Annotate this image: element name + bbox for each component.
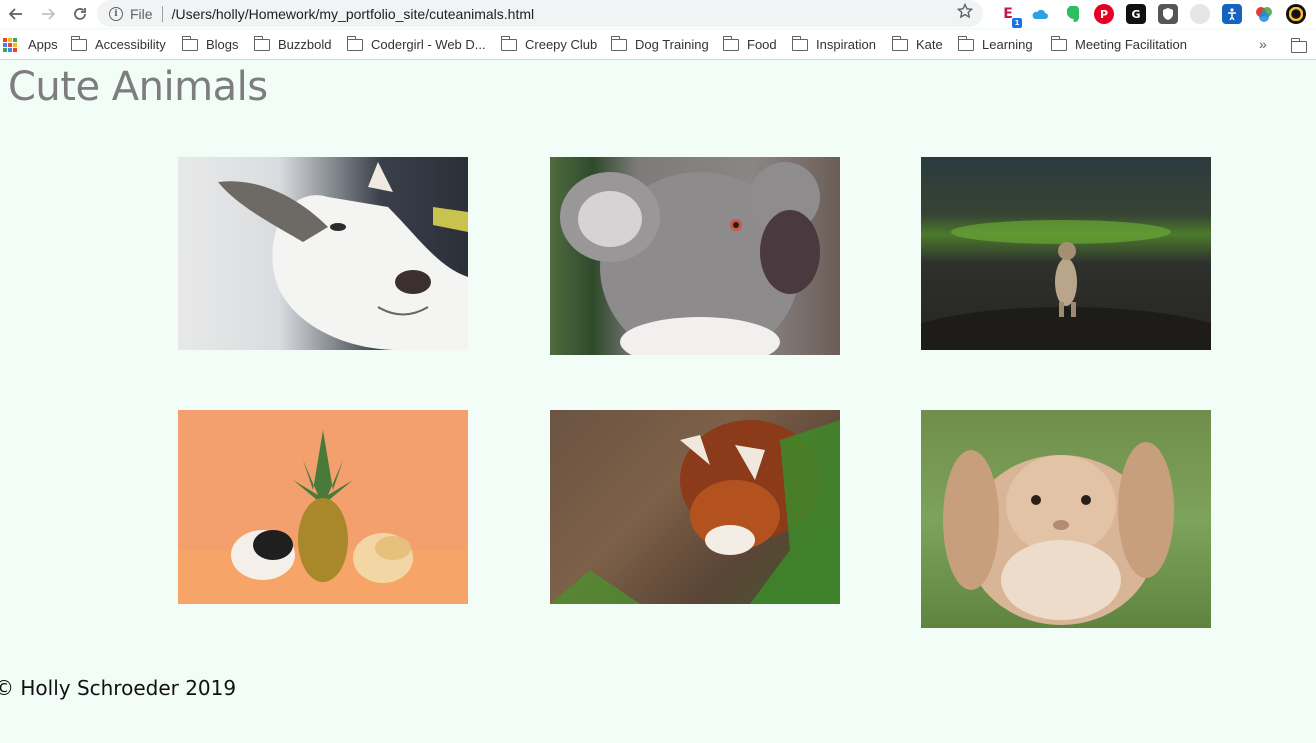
extension-badge-icon[interactable]: E 1	[998, 4, 1022, 28]
forward-button[interactable]	[32, 0, 64, 28]
bookmark-folder-dog-training[interactable]: Dog Training	[610, 30, 709, 60]
folder-icon	[957, 35, 974, 51]
browser-toolbar: i File /Users/holly/Homework/my_portfoli…	[0, 0, 1316, 28]
footer-copyright: © Holly Schroeder 2019	[0, 676, 237, 700]
reload-button[interactable]	[64, 0, 96, 28]
omnibox-divider	[161, 5, 163, 22]
arrow-right-icon	[42, 8, 56, 20]
bookmark-label: Dog Training	[635, 37, 709, 52]
folder-icon	[346, 35, 363, 51]
bookmark-folder-learning[interactable]: Learning	[957, 30, 1033, 60]
folder-icon	[253, 35, 270, 51]
bookmark-folder-inspiration[interactable]: Inspiration	[791, 30, 876, 60]
bookmark-folder-kate[interactable]: Kate	[891, 30, 943, 60]
shield-extension-icon[interactable]	[1158, 4, 1178, 24]
url-text[interactable]: /Users/holly/Homework/my_portfolio_site/…	[172, 6, 535, 22]
extensions-bar: E 1 P G	[998, 3, 1316, 28]
accessibility-extension-icon[interactable]	[1222, 4, 1242, 24]
ghost-extension-icon[interactable]	[1190, 4, 1210, 24]
bookmark-label: Food	[747, 37, 777, 52]
bookmark-label: Apps	[28, 37, 58, 52]
bookmark-label: Meeting Facilitation	[1075, 37, 1187, 52]
info-icon[interactable]: i	[109, 6, 123, 21]
page-title: Cute Animals	[8, 64, 268, 110]
bookmark-label: Inspiration	[816, 37, 876, 52]
bookmark-label: Creepy Club	[525, 37, 598, 52]
bookmark-folder-buzzbold[interactable]: Buzzbold	[253, 30, 332, 60]
evernote-icon[interactable]	[1062, 4, 1082, 24]
koala-photo	[550, 157, 840, 355]
bookmark-label: Kate	[916, 37, 943, 52]
folder-icon	[70, 35, 87, 51]
bookmark-folder-creepy-club[interactable]: Creepy Club	[500, 30, 598, 60]
back-button[interactable]	[0, 0, 32, 28]
bookmark-folder-accessibility[interactable]: Accessibility	[70, 30, 166, 60]
other-bookmarks-folder-icon[interactable]	[1290, 38, 1307, 53]
folder-icon	[1050, 35, 1067, 51]
bookmark-folder-meeting-facilitation[interactable]: Meeting Facilitation	[1050, 30, 1187, 60]
folder-icon	[500, 35, 517, 51]
bookmark-folder-blogs[interactable]: Blogs	[181, 30, 239, 60]
bookmark-label: Blogs	[206, 37, 239, 52]
bookmark-label: Accessibility	[95, 37, 166, 52]
bookmark-label: Codergirl - Web D...	[371, 37, 486, 52]
bookmark-apps[interactable]: Apps	[3, 30, 58, 60]
squirrel-photo	[921, 157, 1211, 350]
bookmarks-bar: Apps Accessibility Blogs Buzzbold Coderg…	[0, 30, 1316, 60]
folder-icon	[722, 35, 739, 51]
bookmark-folder-codergirl[interactable]: Codergirl - Web D...	[346, 30, 486, 60]
bookmark-label: Learning	[982, 37, 1033, 52]
color-wheel-icon[interactable]	[1286, 4, 1306, 24]
folder-icon	[891, 35, 908, 51]
bookmark-star-icon[interactable]	[957, 3, 973, 19]
bunny-photo	[921, 410, 1211, 628]
arrow-left-icon	[8, 8, 22, 20]
cloud-icon[interactable]	[1030, 4, 1050, 24]
bookmark-folder-food[interactable]: Food	[722, 30, 777, 60]
grammarly-icon[interactable]: G	[1126, 4, 1146, 24]
folder-icon	[181, 35, 198, 51]
red-panda-photo	[550, 410, 840, 604]
pinterest-icon[interactable]: P	[1094, 4, 1114, 24]
folder-icon	[791, 35, 808, 51]
address-bar[interactable]: i File /Users/holly/Homework/my_portfoli…	[97, 0, 983, 27]
guinea-pigs-pineapple-photo	[178, 410, 468, 604]
scheme-label: File	[130, 5, 153, 22]
goat-photo	[178, 157, 468, 350]
bookmark-label: Buzzbold	[278, 37, 332, 52]
folder-icon	[610, 35, 627, 51]
extension-count-badge: 1	[1012, 18, 1022, 28]
reload-icon	[74, 8, 86, 20]
apps-grid-icon	[3, 37, 17, 52]
color-picker-icon[interactable]	[1254, 4, 1274, 24]
bookmarks-overflow-chevron[interactable]: »	[1259, 36, 1267, 52]
